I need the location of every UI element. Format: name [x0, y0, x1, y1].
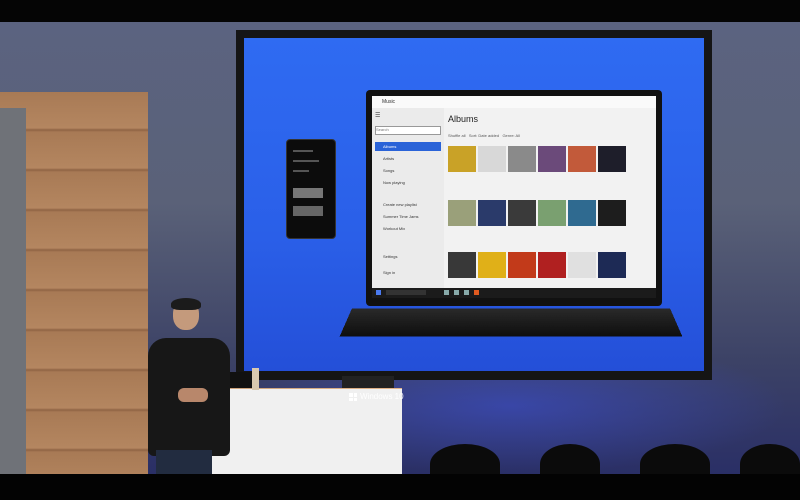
album-tile[interactable] — [568, 146, 596, 172]
presenter — [140, 298, 236, 474]
windows-logo-icon — [349, 393, 357, 401]
taskbar — [372, 288, 656, 298]
album-tile[interactable] — [598, 252, 626, 278]
app-sidebar: ☰ Search Albums Artists Songs Now playin… — [372, 108, 444, 288]
album-tile[interactable] — [538, 200, 566, 226]
app-titlebar: Music — [372, 96, 656, 108]
album-tile[interactable] — [508, 252, 536, 278]
album-tile[interactable] — [538, 146, 566, 172]
sidebar-item-songs[interactable]: Songs — [375, 166, 441, 175]
now-playing-bar[interactable]: Sign in — [375, 268, 441, 277]
sidebar-item-playlist[interactable]: Workout Mix — [375, 224, 441, 233]
album-tile[interactable] — [568, 200, 596, 226]
phone-thumbnail — [293, 188, 323, 198]
letterbox-bottom — [0, 474, 800, 500]
account-item[interactable]: Settings — [375, 252, 441, 261]
album-tile[interactable] — [598, 146, 626, 172]
album-tile[interactable] — [508, 200, 536, 226]
presenter-legs — [156, 450, 212, 474]
start-icon[interactable] — [376, 290, 381, 295]
taskbar-app-icon[interactable] — [474, 290, 479, 295]
taskbar-app-icon[interactable] — [444, 290, 449, 295]
album-tile[interactable] — [478, 200, 506, 226]
screen-stand — [342, 376, 394, 388]
sidebar-item-playlist[interactable]: Summer Time Jams — [375, 212, 441, 221]
taskbar-search-input[interactable] — [386, 290, 426, 295]
sidebar-item-albums[interactable]: Albums — [375, 142, 441, 151]
presenter-hands — [178, 388, 208, 402]
taskbar-app-icon[interactable] — [454, 290, 459, 295]
album-tile[interactable] — [568, 252, 596, 278]
album-tile[interactable] — [448, 252, 476, 278]
music-app-window: Music ☰ Search Albums Artists Songs Now … — [372, 96, 656, 298]
album-tile[interactable] — [448, 200, 476, 226]
phone-text-line — [293, 170, 309, 172]
sidebar-item-now-playing[interactable]: Now playing — [375, 178, 441, 187]
sidebar-item-artists[interactable]: Artists — [375, 154, 441, 163]
shuffle-button[interactable]: Shuffle all — [448, 133, 466, 138]
conference-stage: Music ☰ Search Albums Artists Songs Now … — [0, 0, 800, 500]
page-title: Albums — [448, 114, 479, 124]
hamburger-menu-icon[interactable]: ☰ — [375, 112, 380, 119]
phone-device — [286, 139, 336, 239]
album-tile[interactable] — [508, 146, 536, 172]
album-tile[interactable] — [598, 200, 626, 226]
album-tile[interactable] — [478, 146, 506, 172]
phone-text-line — [293, 160, 319, 162]
search-input[interactable]: Search — [375, 126, 441, 135]
album-tile[interactable] — [478, 252, 506, 278]
phone-thumbnail — [293, 206, 323, 216]
app-title: Music — [382, 99, 396, 105]
letterbox-top — [0, 0, 800, 22]
sidebar-item-new-playlist[interactable]: Create new playlist — [375, 200, 441, 209]
sort-dropdown[interactable]: Sort: Date added — [469, 133, 499, 138]
album-toolbar: Shuffle all Sort: Date added Genre: All — [448, 133, 520, 138]
taskbar-app-icon[interactable] — [464, 290, 469, 295]
podium-brand-text: Windows 10 — [360, 392, 404, 401]
genre-filter[interactable]: Genre: All — [502, 133, 520, 138]
album-tile[interactable] — [448, 146, 476, 172]
laptop-base — [339, 308, 683, 337]
album-tile[interactable] — [538, 252, 566, 278]
microphone — [252, 368, 259, 390]
presenter-hair — [171, 298, 201, 310]
wood-panel-edge — [0, 108, 26, 474]
phone-text-line — [293, 150, 313, 152]
